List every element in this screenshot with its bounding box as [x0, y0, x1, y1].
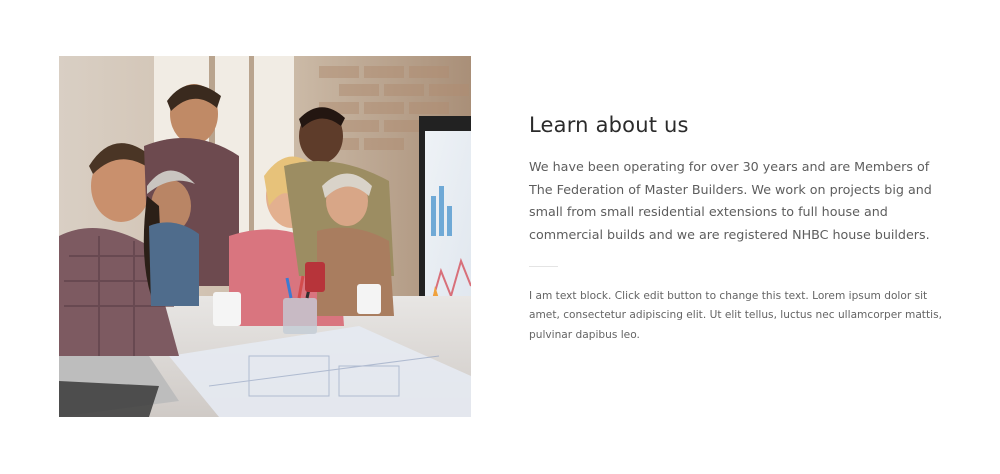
- about-section: Learn about us We have been operating fo…: [0, 0, 1000, 474]
- about-lead-text: We have been operating for over 30 years…: [529, 159, 932, 243]
- about-content: Learn about us We have been operating fo…: [529, 108, 949, 345]
- team-photo: [59, 56, 471, 417]
- about-heading: Learn about us: [529, 113, 689, 137]
- divider: [529, 265, 558, 267]
- about-body-text: I am text block. Click edit button to ch…: [529, 289, 942, 341]
